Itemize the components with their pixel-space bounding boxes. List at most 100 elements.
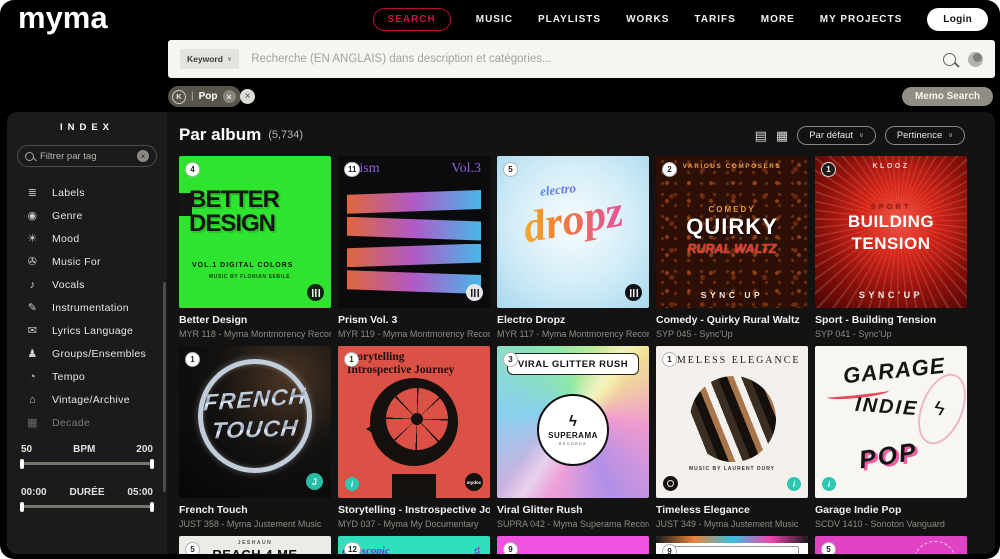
- album-card-partial[interactable]: 5: [815, 536, 967, 554]
- album-card-better-design[interactable]: 4 BETTERDESIGN VOL.1 DIGITAL COLORS MUSI…: [179, 156, 331, 340]
- sidebar-item-tempo[interactable]: ◔Tempo: [25, 365, 167, 388]
- album-cover[interactable]: 2 VARIOUS COMPOSERS COMEDY QUIRKY RURAL …: [656, 156, 808, 308]
- sidebar-item-instrumentation[interactable]: ✎Instrumentation: [25, 296, 167, 319]
- version-count-badge: 12: [344, 542, 361, 554]
- album-card-storytelling[interactable]: 1 Storytelling Introspective Journey i m…: [338, 346, 490, 530]
- sidebar-item-genre[interactable]: ◉Genre: [25, 204, 167, 227]
- search-icon[interactable]: [943, 53, 956, 66]
- login-button[interactable]: Login: [927, 8, 988, 31]
- album-cover[interactable]: 1 FRENCH TOUCH J: [179, 346, 331, 498]
- sidebar-item-vocals[interactable]: ♪Vocals: [25, 273, 167, 296]
- tag-filter-input-wrap: ×: [17, 145, 157, 167]
- album-card-timeless-elegance[interactable]: 1 TIMELESS ELEGANCE MUSIC BY LAURENT DUR…: [656, 346, 808, 530]
- grid-view-icon[interactable]: ▦: [776, 129, 788, 142]
- sidebar-item-music-for[interactable]: ✇Music For: [25, 250, 167, 273]
- active-filter-tag[interactable]: K | Pop ×: [168, 86, 241, 107]
- sidebar-item-lyrics-language[interactable]: ✉Lyrics Language: [25, 319, 167, 342]
- album-ref: MYR 119 - Myma Montmorency Records: [338, 329, 490, 340]
- cover-category-text: COMEDY: [656, 205, 808, 214]
- myma-logo[interactable]: myma: [18, 0, 108, 36]
- album-cover[interactable]: 1 KLOOZ SPORT BUILDING TENSION SYNC'UP: [815, 156, 967, 308]
- nav-my-projects[interactable]: MY PROJECTS: [820, 14, 903, 25]
- nav-search[interactable]: SEARCH: [373, 8, 451, 31]
- album-card-viral-glitter-rush[interactable]: 3 VIRAL GLITTER RUSH ϟ SUPERAMA RECORDS …: [497, 346, 649, 530]
- album-card-partial[interactable]: 9: [656, 536, 808, 554]
- album-cover[interactable]: 1 TIMELESS ELEGANCE MUSIC BY LAURENT DUR…: [656, 346, 808, 498]
- keyword-dropdown[interactable]: Keyword ∨: [180, 49, 239, 69]
- album-card-prism-vol-3[interactable]: 11 Prism Vol.3 Prism Vol. 3 MYR 119 - My…: [338, 156, 490, 340]
- album-card-partial[interactable]: 5 JESHAUN REACH 4 ME: [179, 536, 331, 554]
- album-title[interactable]: French Touch: [179, 504, 331, 517]
- cover-subtitle-text: VOL.1 DIGITAL COLORS: [192, 262, 293, 269]
- index-sidebar: INDEX × ≣Labels ◉Genre ☀Mood ✇Music For …: [7, 112, 167, 554]
- vintage-archive-icon: ⌂: [25, 394, 40, 406]
- album-card-partial[interactable]: 9: [497, 536, 649, 554]
- album-cover[interactable]: 1 Storytelling Introspective Journey i m…: [338, 346, 490, 498]
- sidebar-item-groups-ensembles[interactable]: ♟Groups/Ensembles: [25, 342, 167, 365]
- album-cover[interactable]: 5: [815, 536, 967, 554]
- album-card-partial[interactable]: 12 ereoscopic ♯: [338, 536, 490, 554]
- clear-all-filters-icon[interactable]: ×: [240, 89, 255, 104]
- instrumentation-icon: ✎: [25, 301, 40, 314]
- album-title[interactable]: Better Design: [179, 314, 331, 327]
- album-cover[interactable]: 11 Prism Vol.3: [338, 156, 490, 308]
- myma-app: myma SEARCH MUSIC PLAYLISTS WORKS TARIFS…: [0, 0, 1000, 559]
- tag-filter-input[interactable]: [40, 151, 131, 162]
- sidebar-item-decade[interactable]: ▦Decade: [25, 411, 167, 434]
- album-cover[interactable]: 12 ereoscopic ♯: [338, 536, 490, 554]
- album-cover[interactable]: 4 BETTERDESIGN VOL.1 DIGITAL COLORS MUSI…: [179, 156, 331, 308]
- info-icon[interactable]: i: [822, 477, 836, 491]
- album-cover[interactable]: 5 JESHAUN REACH 4 ME: [179, 536, 331, 554]
- album-card-french-touch[interactable]: 1 FRENCH TOUCH J French Touch JUST 358 -…: [179, 346, 331, 530]
- album-card-sport-building-tension[interactable]: 1 KLOOZ SPORT BUILDING TENSION SYNC'UP S…: [815, 156, 967, 340]
- sidebar-scrollbar[interactable]: [163, 282, 166, 492]
- album-title[interactable]: Comedy - Quirky Rural Waltz: [656, 314, 808, 327]
- album-cover[interactable]: 5 electro dropz: [497, 156, 649, 308]
- sort-relevance-dropdown[interactable]: Pertinence∨: [885, 126, 965, 145]
- cover-title-text: BUILDING: [815, 212, 967, 232]
- search-input[interactable]: [251, 53, 931, 65]
- album-cover[interactable]: GARAGE INDIE ϟ POP i: [815, 346, 967, 498]
- album-title[interactable]: Garage Indie Pop: [815, 504, 967, 517]
- duration-range-slider[interactable]: [21, 505, 153, 508]
- genre-icon: ◉: [25, 209, 40, 222]
- album-title[interactable]: Sport - Building Tension: [815, 314, 967, 327]
- info-icon[interactable]: i: [345, 477, 359, 491]
- list-view-icon[interactable]: ▤: [755, 129, 767, 142]
- cover-title-text: VIRAL GLITTER RUSH: [507, 353, 639, 375]
- album-title[interactable]: Storytelling - Instrospective Journey: [338, 504, 490, 517]
- album-cover[interactable]: 9: [656, 536, 808, 554]
- album-ref: MYR 117 - Myma Montmorency Records: [497, 329, 649, 340]
- album-card-comedy-quirky-rural-waltz[interactable]: 2 VARIOUS COMPOSERS COMEDY QUIRKY RURAL …: [656, 156, 808, 340]
- remove-tag-icon[interactable]: ×: [223, 90, 236, 103]
- album-card-electro-dropz[interactable]: 5 electro dropz Electro Dropz MYR 117 - …: [497, 156, 649, 340]
- nav-works[interactable]: WORKS: [626, 14, 669, 25]
- album-cover[interactable]: 9: [497, 536, 649, 554]
- sort-default-dropdown[interactable]: Par défaut∨: [797, 126, 876, 145]
- album-title[interactable]: Prism Vol. 3: [338, 314, 490, 327]
- memo-search-button[interactable]: Memo Search: [902, 87, 993, 106]
- nav-playlists[interactable]: PLAYLISTS: [538, 14, 601, 25]
- album-cover[interactable]: 3 VIRAL GLITTER RUSH ϟ SUPERAMA RECORDS: [497, 346, 649, 498]
- sidebar-item-labels[interactable]: ≣Labels: [25, 181, 167, 204]
- album-title[interactable]: Viral Glitter Rush: [497, 504, 649, 517]
- bpm-range-slider[interactable]: [21, 462, 153, 465]
- album-card-garage-indie-pop[interactable]: GARAGE INDIE ϟ POP i Garage Indie Pop SC…: [815, 346, 967, 530]
- decade-icon: ▦: [25, 416, 40, 429]
- version-count-badge: 1: [185, 352, 200, 367]
- bpm-label: BPM: [73, 444, 95, 455]
- clear-filter-icon[interactable]: ×: [137, 150, 149, 162]
- audio-search-icon[interactable]: [968, 52, 983, 67]
- nav-tarifs[interactable]: TARIFS: [694, 14, 735, 25]
- nav-music[interactable]: MUSIC: [476, 14, 513, 25]
- cover-art-decor: ♯: [474, 544, 480, 554]
- album-title[interactable]: Electro Dropz: [497, 314, 649, 327]
- bpm-min: 50: [21, 444, 32, 455]
- info-icon[interactable]: i: [787, 477, 801, 491]
- album-title[interactable]: Timeless Elegance: [656, 504, 808, 517]
- nav-more[interactable]: MORE: [761, 14, 795, 25]
- sidebar-item-mood[interactable]: ☀Mood: [25, 227, 167, 250]
- filter-tag-divider: |: [191, 91, 194, 102]
- duration-label: DURÉE: [69, 487, 104, 498]
- sidebar-item-vintage-archive[interactable]: ⌂Vintage/Archive: [25, 388, 167, 411]
